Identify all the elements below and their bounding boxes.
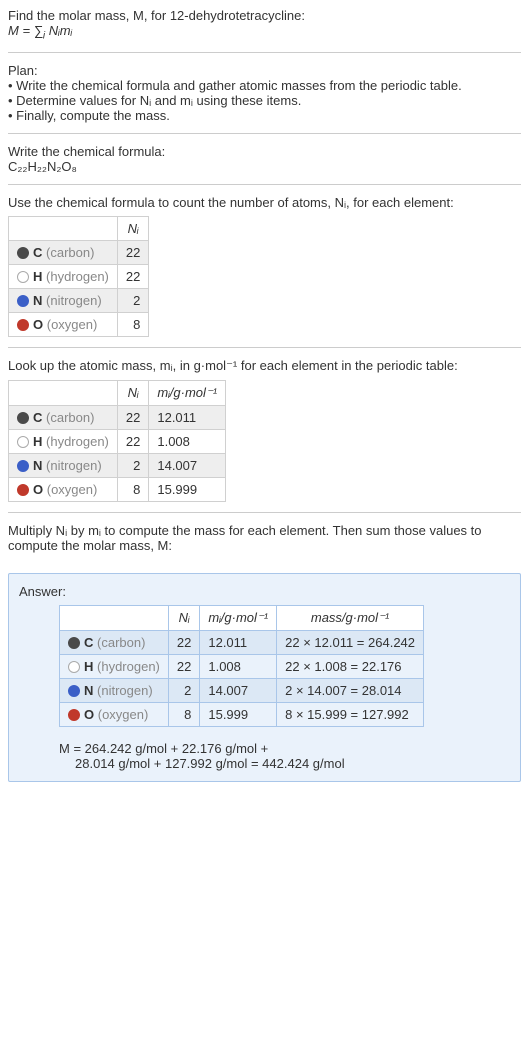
plan-item: • Determine values for Nᵢ and mᵢ using t…	[8, 93, 521, 108]
mass-title: Look up the atomic mass, mᵢ, in g·mol⁻¹ …	[8, 358, 521, 374]
dot-icon	[68, 709, 80, 721]
chemical-formula: C₂₂H₂₂N₂O₈	[8, 159, 521, 174]
mass-section: Look up the atomic mass, mᵢ, in g·mol⁻¹ …	[8, 358, 521, 513]
table-row: C (carbon) 22	[9, 240, 149, 264]
dot-icon	[68, 637, 80, 649]
header-blank	[60, 605, 169, 630]
multiply-section: Multiply Nᵢ by mᵢ to compute the mass fo…	[8, 523, 521, 563]
dot-icon	[68, 661, 80, 673]
table-row: N (nitrogen) 2 14.007	[9, 453, 226, 477]
count-table: Nᵢ C (carbon) 22 H (hydrogen) 22 N (nitr…	[8, 216, 149, 337]
dot-icon	[17, 436, 29, 448]
table-row: O (oxygen) 8 15.999 8 × 15.999 = 127.992	[60, 702, 424, 726]
table-row: O (oxygen) 8 15.999	[9, 477, 226, 501]
answer-box: Answer: Nᵢ mᵢ/g·mol⁻¹ mass/g·mol⁻¹ C (ca…	[8, 573, 521, 782]
header-ni: Nᵢ	[117, 380, 148, 405]
header-mass: mass/g·mol⁻¹	[277, 605, 424, 630]
dot-icon	[17, 412, 29, 424]
plan-section: Plan: • Write the chemical formula and g…	[8, 63, 521, 134]
answer-sum-line2: 28.014 g/mol + 127.992 g/mol = 442.424 g…	[75, 756, 510, 771]
plan-item: • Write the chemical formula and gather …	[8, 78, 521, 93]
answer-table: Nᵢ mᵢ/g·mol⁻¹ mass/g·mol⁻¹ C (carbon) 22…	[59, 605, 424, 727]
header-blank	[9, 216, 118, 240]
answer-label: Answer:	[19, 584, 510, 599]
formula-section: Write the chemical formula: C₂₂H₂₂N₂O₈	[8, 144, 521, 185]
plan-title: Plan:	[8, 63, 521, 78]
dot-icon	[17, 484, 29, 496]
formula-title: Write the chemical formula:	[8, 144, 521, 159]
dot-icon	[68, 685, 80, 697]
table-row: N (nitrogen) 2 14.007 2 × 14.007 = 28.01…	[60, 678, 424, 702]
answer-sum-line1: M = 264.242 g/mol + 22.176 g/mol +	[59, 741, 510, 756]
header-mi: mᵢ/g·mol⁻¹	[149, 380, 226, 405]
table-row: N (nitrogen) 2	[9, 288, 149, 312]
intro-line1: Find the molar mass, M, for 12-dehydrote…	[8, 8, 521, 23]
dot-icon	[17, 460, 29, 472]
header-blank	[9, 380, 118, 405]
sum-formula: M = ∑i Nᵢmᵢ	[8, 23, 72, 38]
multiply-title: Multiply Nᵢ by mᵢ to compute the mass fo…	[8, 523, 521, 553]
table-row: C (carbon) 22 12.011 22 × 12.011 = 264.2…	[60, 630, 424, 654]
plan-item: • Finally, compute the mass.	[8, 108, 521, 123]
dot-icon	[17, 319, 29, 331]
table-row: H (hydrogen) 22	[9, 264, 149, 288]
dot-icon	[17, 247, 29, 259]
count-title: Use the chemical formula to count the nu…	[8, 195, 521, 210]
header-ni: Nᵢ	[168, 605, 199, 630]
count-section: Use the chemical formula to count the nu…	[8, 195, 521, 348]
table-row: H (hydrogen) 22 1.008	[9, 429, 226, 453]
mass-table: Nᵢ mᵢ/g·mol⁻¹ C (carbon) 22 12.011 H (hy…	[8, 380, 226, 502]
header-mi: mᵢ/g·mol⁻¹	[200, 605, 277, 630]
table-row: O (oxygen) 8	[9, 312, 149, 336]
header-ni: Nᵢ	[117, 216, 148, 240]
plan-list: • Write the chemical formula and gather …	[8, 78, 521, 123]
dot-icon	[17, 295, 29, 307]
intro-formula: M = ∑i Nᵢmᵢ	[8, 23, 521, 42]
dot-icon	[17, 271, 29, 283]
table-row: H (hydrogen) 22 1.008 22 × 1.008 = 22.17…	[60, 654, 424, 678]
intro-section: Find the molar mass, M, for 12-dehydrote…	[8, 8, 521, 53]
table-row: C (carbon) 22 12.011	[9, 405, 226, 429]
